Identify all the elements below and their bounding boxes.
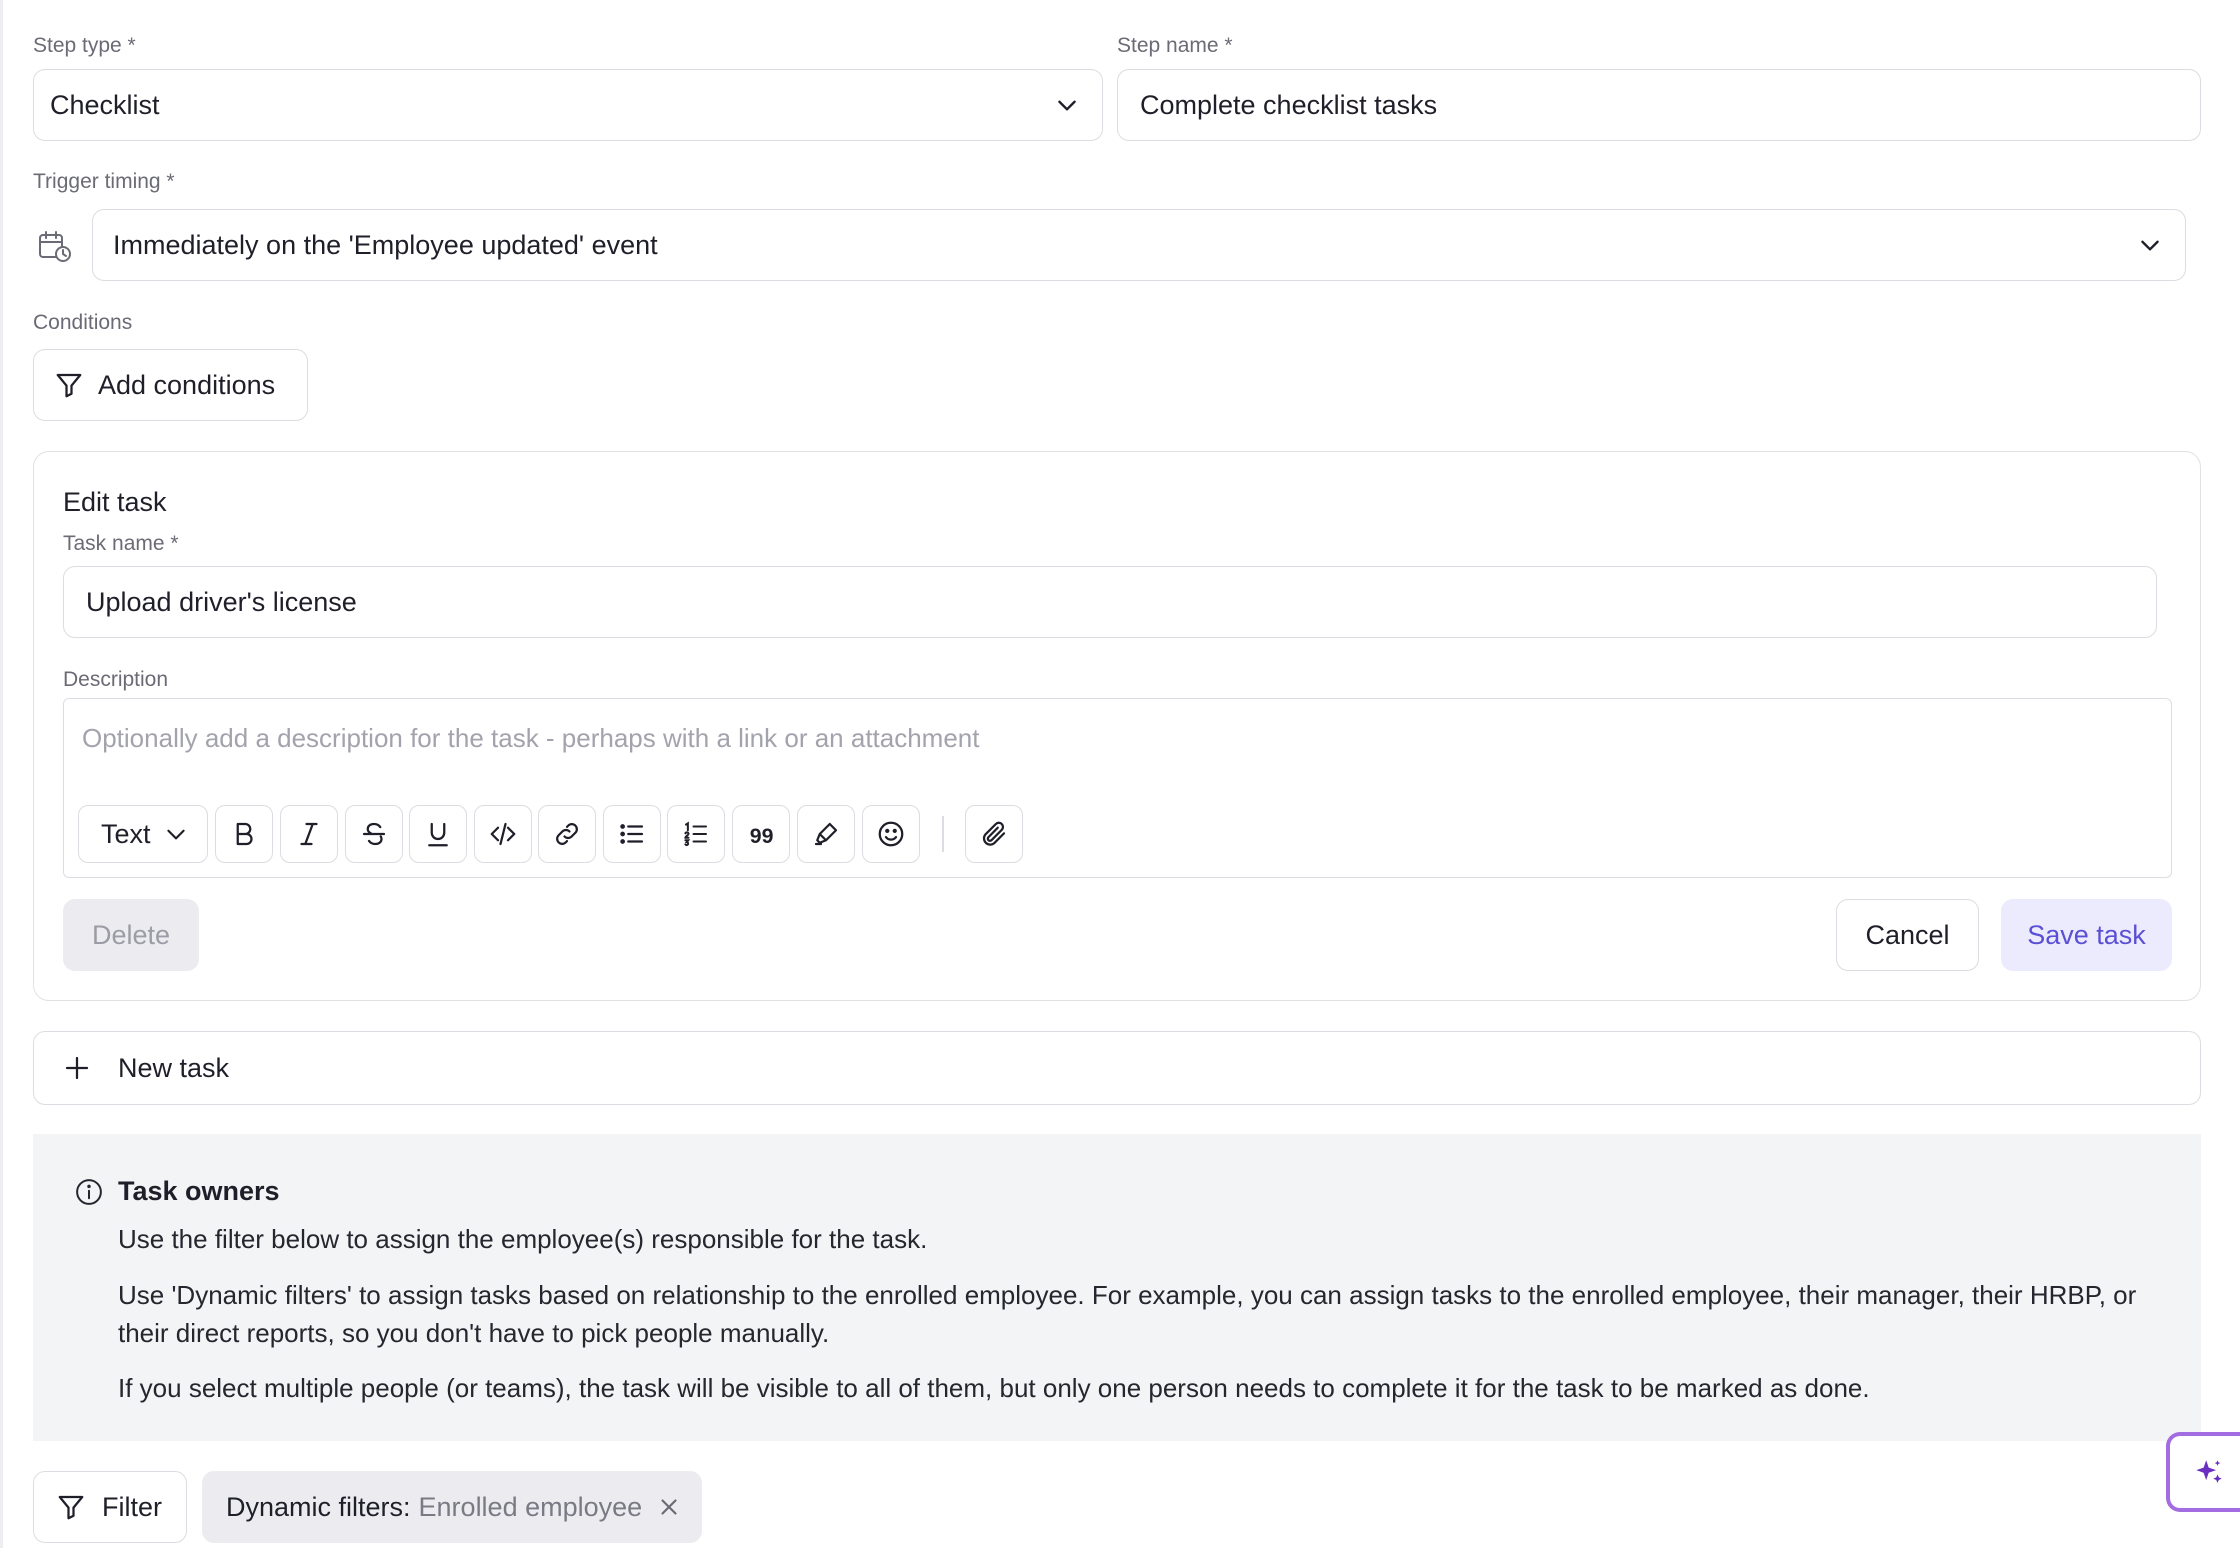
attachment-button[interactable] [965, 805, 1023, 863]
add-conditions-button[interactable]: Add conditions [33, 349, 308, 421]
sparkle-icon [2196, 1460, 2222, 1483]
code-icon [490, 822, 516, 846]
task-name-label: Task name * [63, 532, 179, 555]
step-type-select[interactable]: Checklist [33, 69, 1103, 141]
filter-label: Filter [102, 1491, 162, 1522]
bullet-list-button[interactable] [603, 805, 661, 863]
save-task-label: Save task [2027, 919, 2146, 950]
info-icon [76, 1179, 102, 1205]
emoji-button[interactable] [862, 805, 920, 863]
left-border [0, 0, 3, 1548]
filter-icon [58, 1495, 84, 1520]
cancel-button[interactable]: Cancel [1836, 899, 1979, 971]
quote-icon: 99 [750, 824, 774, 848]
step-name-input[interactable]: Complete checklist tasks [1117, 69, 2201, 141]
italic-button[interactable] [280, 805, 338, 863]
emoji-icon [878, 821, 904, 847]
dynamic-filter-chip[interactable]: Dynamic filters: Enrolled employee [202, 1471, 702, 1543]
filter-icon [56, 373, 82, 398]
text-style-label: Text [101, 818, 151, 849]
conditions-label: Conditions [33, 311, 133, 334]
bullet-list-icon [620, 824, 644, 844]
italic-icon [300, 822, 318, 846]
trigger-timing-value: Immediately on the 'Employee updated' ev… [113, 229, 658, 260]
underline-button[interactable] [409, 805, 467, 863]
delete-button[interactable]: Delete [63, 899, 199, 971]
attachment-icon [982, 821, 1006, 846]
edit-task-title: Edit task [63, 487, 167, 517]
bold-icon [236, 822, 253, 846]
quote-button[interactable]: 99 [732, 805, 790, 863]
new-task-label: New task [118, 1052, 230, 1083]
link-button[interactable] [538, 805, 596, 863]
code-button[interactable] [474, 805, 532, 863]
text-style-dropdown[interactable]: Text [78, 805, 208, 863]
chevron-down-icon [2141, 240, 2159, 251]
highlight-icon [814, 822, 838, 846]
step-type-value: Checklist [50, 89, 160, 120]
underline-icon [428, 822, 448, 847]
highlight-button[interactable] [797, 805, 855, 863]
task-name-input[interactable]: Upload driver's license [63, 566, 2157, 638]
step-name-value: Complete checklist tasks [1140, 89, 1438, 120]
chip-value: Enrolled employee [418, 1491, 643, 1522]
step-type-label: Step type * [33, 34, 136, 57]
task-owners-title: Task owners [118, 1176, 280, 1206]
save-task-button[interactable]: Save task [2001, 899, 2172, 971]
numbered-list-button[interactable] [667, 805, 725, 863]
description-label: Description [63, 668, 169, 691]
delete-label: Delete [91, 919, 171, 950]
strikethrough-icon [362, 822, 386, 846]
cancel-label: Cancel [1865, 919, 1950, 950]
svg-text:99: 99 [750, 824, 774, 848]
task-owners-paragraph-2: Use 'Dynamic filters' to assign tasks ba… [118, 1280, 2137, 1348]
task-owners-paragraph-1: Use the filter below to assign the emplo… [118, 1224, 928, 1254]
filter-button[interactable]: Filter [33, 1471, 187, 1543]
task-owners-paragraph-3: If you select multiple people (or teams)… [118, 1373, 1870, 1403]
chevron-down-icon [166, 829, 185, 840]
step-name-label: Step name * [1117, 34, 1233, 57]
plus-icon [65, 1056, 89, 1080]
trigger-timing-select[interactable]: Immediately on the 'Employee updated' ev… [92, 209, 2186, 281]
add-conditions-label: Add conditions [98, 369, 276, 400]
new-task-button[interactable]: New task [33, 1031, 2201, 1105]
trigger-timing-label: Trigger timing * [33, 170, 175, 193]
strikethrough-button[interactable] [345, 805, 403, 863]
link-icon [556, 823, 578, 845]
bold-button[interactable] [215, 805, 273, 863]
ai-assistant-button[interactable] [2166, 1432, 2240, 1512]
task-name-value: Upload driver's license [86, 586, 357, 617]
chevron-down-icon [1058, 100, 1076, 111]
chip-key: Dynamic filters: [226, 1491, 411, 1522]
close-icon[interactable] [656, 1494, 682, 1520]
description-placeholder: Optionally add a description for the tas… [82, 723, 980, 753]
calendar-clock-icon [39, 231, 71, 262]
numbered-list-icon [684, 821, 707, 847]
toolbar-divider [942, 816, 944, 852]
